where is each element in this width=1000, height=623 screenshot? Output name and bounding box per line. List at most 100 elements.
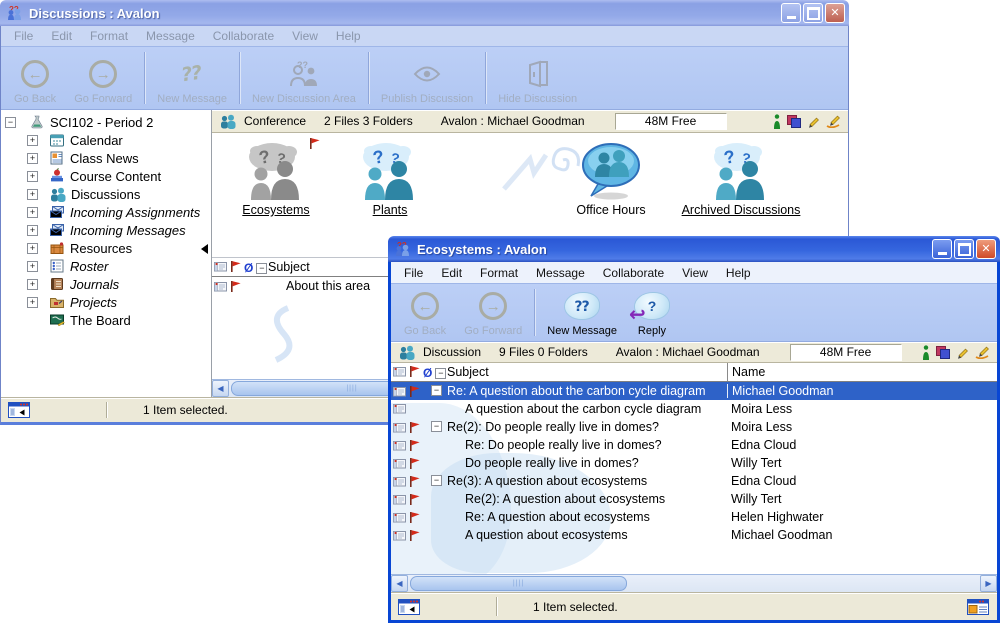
- presence-icon[interactable]: [773, 114, 781, 129]
- new-discussion-area-button[interactable]: ??New Discussion Area: [243, 47, 365, 109]
- menu-help[interactable]: Help: [327, 27, 370, 45]
- tree-item-projects[interactable]: +Projects: [1, 293, 211, 311]
- tree-item-course-content[interactable]: +Course Content: [1, 167, 211, 185]
- scroll-left-arrow[interactable]: ◀: [391, 575, 408, 592]
- menu-format[interactable]: Format: [471, 264, 527, 282]
- collapse-all-box[interactable]: −: [256, 263, 267, 274]
- hide-discussion-button[interactable]: Hide Discussion: [489, 47, 586, 109]
- subject-cell: Re(2): Do people really live in domes?: [447, 420, 659, 434]
- thread-collapse-box[interactable]: −: [431, 385, 442, 396]
- tree-item-the-board[interactable]: The Board: [1, 311, 211, 329]
- tree-item-calendar[interactable]: +Calendar: [1, 131, 211, 149]
- new-message-button[interactable]: ⁇New Message: [538, 284, 626, 341]
- expand-box[interactable]: +: [27, 225, 38, 236]
- edit-icon[interactable]: [807, 115, 820, 128]
- thread-collapse-box[interactable]: −: [431, 475, 442, 486]
- tree-item-class-news[interactable]: +Class News: [1, 149, 211, 167]
- tree-item-label: Roster: [70, 259, 108, 274]
- menu-format[interactable]: Format: [81, 27, 137, 45]
- maximize-button[interactable]: [954, 239, 974, 259]
- permissions-icon[interactable]: [936, 346, 950, 359]
- selection-status-text: 1 Item selected.: [533, 600, 618, 614]
- menu-file[interactable]: File: [5, 27, 42, 45]
- attachment-icon: Ø: [423, 366, 432, 380]
- permissions-icon[interactable]: [787, 115, 801, 128]
- view-grid-icon[interactable]: [967, 599, 989, 615]
- go-forward-button[interactable]: →Go Forward: [65, 47, 141, 109]
- message-row[interactable]: Re(2): A question about ecosystemsWilly …: [391, 490, 997, 508]
- tree-item-roster[interactable]: + Roster: [1, 257, 211, 275]
- menu-collaborate[interactable]: Collaborate: [204, 27, 283, 45]
- collapse-box[interactable]: −: [5, 117, 16, 128]
- tree-item-discussions[interactable]: +Discussions: [1, 185, 211, 203]
- message-row[interactable]: −Re: A question about the carbon cycle d…: [391, 382, 997, 400]
- menu-message[interactable]: Message: [137, 27, 204, 45]
- message-row[interactable]: A question about ecosystemsMichael Goodm…: [391, 526, 997, 544]
- menu-view[interactable]: View: [283, 27, 327, 45]
- subject-column-header[interactable]: Subject: [268, 260, 310, 274]
- edit-icon[interactable]: [956, 346, 969, 359]
- close-button[interactable]: ✕: [976, 239, 996, 259]
- menu-message[interactable]: Message: [527, 264, 594, 282]
- scroll-track[interactable]: [408, 575, 980, 592]
- message-row[interactable]: −Re(2): Do people really live in domes?M…: [391, 418, 997, 436]
- collapse-all-box[interactable]: −: [435, 368, 446, 379]
- menu-collaborate[interactable]: Collaborate: [594, 264, 673, 282]
- tree-item-incoming-assignments[interactable]: +Incoming Assignments: [1, 203, 211, 221]
- conference-item-plants[interactable]: ??Plants: [334, 139, 446, 217]
- presence-icon[interactable]: [922, 345, 930, 360]
- tree-item-incoming-messages[interactable]: +Incoming Messages: [1, 221, 211, 239]
- message-row[interactable]: −Re(3): A question about ecosystemsEdna …: [391, 472, 997, 490]
- discussions-titlebar[interactable]: ?? Discussions : Avalon ✕: [0, 0, 849, 26]
- subject-column-header[interactable]: Subject: [447, 365, 489, 379]
- scroll-thumb[interactable]: [410, 576, 627, 591]
- go-back-button[interactable]: ←Go Back: [395, 284, 455, 341]
- row-icons: [393, 403, 406, 414]
- expand-box[interactable]: +: [27, 279, 38, 290]
- message-row[interactable]: Re: Do people really live in domes?Edna …: [391, 436, 997, 454]
- publish-discussion-button[interactable]: Publish Discussion: [372, 47, 482, 109]
- scroll-left-arrow[interactable]: ◀: [212, 380, 229, 397]
- menu-edit[interactable]: Edit: [432, 264, 471, 282]
- tree-item-resources[interactable]: +Resources: [1, 239, 211, 257]
- expand-box[interactable]: +: [27, 297, 38, 308]
- message-row[interactable]: Re: A question about ecosystemsHelen Hig…: [391, 508, 997, 526]
- split-pane-toggle-icon[interactable]: [398, 599, 420, 615]
- tree-item-journals[interactable]: +Journals: [1, 275, 211, 293]
- tree-item-sci102-period-2[interactable]: −SCI102 - Period 2: [1, 113, 211, 131]
- tree-splitter-collapse-handle[interactable]: [201, 244, 208, 254]
- signature-icon[interactable]: [975, 345, 990, 359]
- name-column-header[interactable]: Name: [727, 363, 765, 381]
- new-message-button[interactable]: ⁇New Message: [148, 47, 236, 109]
- expand-box[interactable]: +: [27, 261, 38, 272]
- expand-box[interactable]: +: [27, 189, 38, 200]
- scroll-right-arrow[interactable]: ▶: [980, 575, 997, 592]
- expand-box[interactable]: +: [27, 243, 38, 254]
- go-forward-button[interactable]: →Go Forward: [455, 284, 531, 341]
- split-pane-toggle-icon[interactable]: [8, 402, 30, 418]
- menu-view[interactable]: View: [673, 264, 717, 282]
- message-list-header[interactable]: Ø − Subject Name: [391, 363, 997, 382]
- expand-box[interactable]: +: [27, 171, 38, 182]
- signature-icon[interactable]: [826, 114, 841, 128]
- minimize-button[interactable]: [781, 3, 801, 23]
- expand-box[interactable]: +: [27, 153, 38, 164]
- reply-button[interactable]: ?↩Reply: [626, 284, 678, 341]
- menu-help[interactable]: Help: [717, 264, 760, 282]
- menu-file[interactable]: File: [395, 264, 432, 282]
- conference-item-ecosystems[interactable]: ??Ecosystems: [220, 139, 332, 217]
- menu-edit[interactable]: Edit: [42, 27, 81, 45]
- free-space-indicator: 48M Free: [790, 344, 902, 361]
- ecosystems-titlebar[interactable]: ?? Ecosystems : Avalon ✕: [388, 236, 1000, 262]
- conference-item-archived-discussions[interactable]: ??Archived Discussions: [656, 139, 826, 217]
- expand-box[interactable]: +: [27, 207, 38, 218]
- conference-item-office-hours[interactable]: Office Hours: [551, 139, 671, 217]
- thread-collapse-box[interactable]: −: [431, 421, 442, 432]
- message-row[interactable]: Do people really live in domes?Willy Ter…: [391, 454, 997, 472]
- expand-box[interactable]: +: [27, 135, 38, 146]
- minimize-button[interactable]: [932, 239, 952, 259]
- maximize-button[interactable]: [803, 3, 823, 23]
- go-back-button[interactable]: ←Go Back: [5, 47, 65, 109]
- close-button[interactable]: ✕: [825, 3, 845, 23]
- message-row[interactable]: A question about the carbon cycle diagra…: [391, 400, 997, 418]
